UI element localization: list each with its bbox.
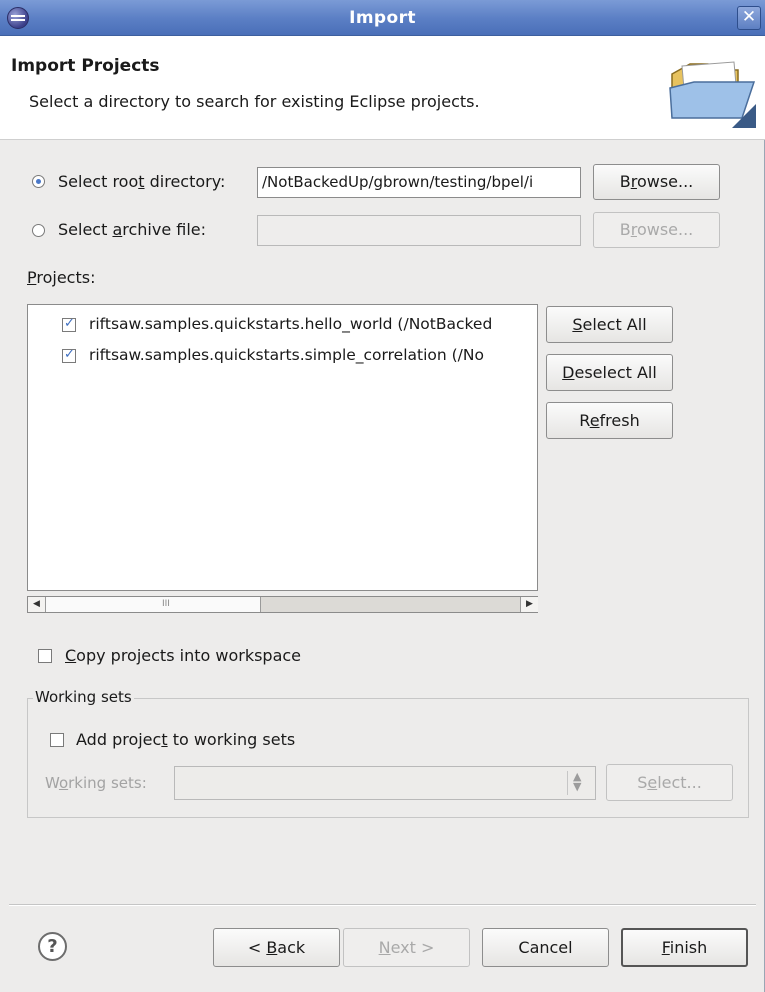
list-item[interactable]: riftsaw.samples.quickstarts.simple_corre…	[28, 345, 537, 371]
working-sets-group-title: Working sets	[33, 688, 134, 706]
root-directory-input[interactable]: /NotBackedUp/gbrown/testing/bpel/i	[257, 167, 581, 198]
add-to-working-sets-checkbox[interactable]	[50, 733, 64, 747]
cancel-button[interactable]: Cancel	[482, 928, 609, 967]
combo-separator	[567, 771, 568, 795]
close-icon: ✕	[741, 7, 757, 27]
projects-horizontal-scrollbar[interactable]: ◀ III ▶	[27, 596, 538, 613]
banner-description: Select a directory to search for existin…	[29, 92, 480, 111]
refresh-button[interactable]: Refresh	[546, 402, 673, 439]
copy-projects-checkbox[interactable]	[38, 649, 52, 663]
project-label: riftsaw.samples.quickstarts.simple_corre…	[89, 346, 484, 364]
list-item[interactable]: riftsaw.samples.quickstarts.hello_world …	[28, 314, 537, 340]
copy-projects-label: Copy projects into workspace	[65, 646, 302, 665]
project-checkbox[interactable]	[62, 316, 76, 332]
wizard-banner	[0, 36, 765, 140]
add-to-working-sets-label: Add project to working sets	[76, 730, 296, 749]
footer-divider	[9, 904, 756, 906]
help-icon[interactable]: ?	[38, 932, 67, 961]
finish-button[interactable]: Finish	[621, 928, 748, 967]
scroll-left-icon[interactable]: ◀	[28, 597, 46, 612]
select-all-button[interactable]: Select All	[546, 306, 673, 343]
archive-browse-button[interactable]: Browse...	[593, 212, 720, 248]
spinner-arrows-icon[interactable]: ▲ ▼	[573, 771, 581, 792]
projects-list[interactable]: riftsaw.samples.quickstarts.hello_world …	[27, 304, 538, 591]
scroll-right-icon[interactable]: ▶	[520, 597, 538, 612]
working-sets-field-label: Working sets:	[45, 774, 147, 792]
working-sets-combo[interactable]: ▲ ▼	[174, 766, 596, 800]
deselect-all-button[interactable]: Deselect All	[546, 354, 673, 391]
archive-file-radio[interactable]	[32, 224, 45, 237]
archive-file-label: Select archive file:	[58, 220, 207, 239]
projects-label: Projects:	[27, 268, 96, 287]
root-directory-radio[interactable]	[32, 175, 45, 188]
project-label: riftsaw.samples.quickstarts.hello_world …	[89, 315, 493, 333]
archive-file-input[interactable]	[257, 215, 581, 246]
working-sets-select-button[interactable]: Select...	[606, 764, 733, 801]
window-title: Import	[349, 8, 416, 28]
banner-title: Import Projects	[11, 56, 160, 76]
back-button[interactable]: < Back	[213, 928, 340, 967]
import-dialog: Import ✕ Import Projects Select a direct…	[0, 0, 765, 992]
root-directory-label: Select root directory:	[58, 172, 226, 191]
open-folder-icon	[669, 61, 756, 128]
next-button[interactable]: Next >	[343, 928, 470, 967]
scroll-grip: III	[162, 599, 170, 609]
close-button[interactable]: ✕	[737, 6, 761, 30]
root-browse-button[interactable]: Browse...	[593, 164, 720, 200]
scroll-thumb[interactable]: III	[46, 597, 261, 612]
project-checkbox[interactable]	[62, 347, 76, 363]
